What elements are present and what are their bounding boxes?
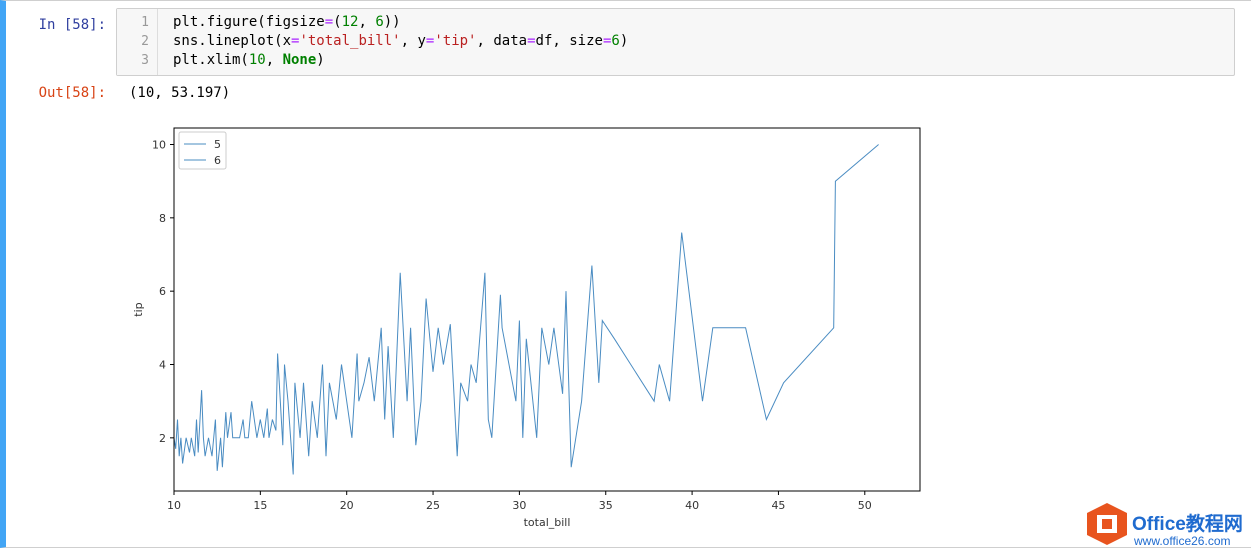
y-tick-label: 6 [159,285,166,298]
x-tick-label: 35 [599,499,613,512]
x-tick-label: 10 [167,499,181,512]
y-tick-label: 2 [159,432,166,445]
x-tick-label: 20 [340,499,354,512]
output-prompt: Out[58]: [38,85,106,101]
y-axis-label: tip [132,302,145,316]
legend-label: 5 [214,138,221,151]
x-tick-label: 25 [426,499,440,512]
office-logo-icon [1087,503,1127,545]
axes-frame [173,127,921,492]
line-chart: 10 15 20 25 30 35 40 45 50 2 4 6 8 10 total_bill tip 5 6 [132,127,921,529]
input-prompt: In [58]: [38,17,106,33]
legend-label: 6 [214,154,221,167]
code-editor[interactable]: 1 2 3 plt.figure(figsize=(12, 6)) sns.li… [116,8,1235,76]
y-tick-label: 10 [152,139,166,152]
x-tick-label: 40 [685,499,699,512]
watermark-brand: Office教程网 [1132,514,1243,535]
code-line-1: plt.figure(figsize=(12, 6)) [173,14,401,30]
line-number: 2 [141,34,149,49]
x-tick-label: 50 [858,499,872,512]
line-number-gutter: 1 2 3 [117,9,158,75]
code-line-3: plt.xlim(10, None) [173,52,325,68]
x-tick-label: 45 [771,499,785,512]
line-number: 3 [141,53,149,68]
series-line [173,144,879,475]
x-tick-label: 30 [512,499,526,512]
watermark-url: www.office26.com [1134,534,1231,548]
x-axis-label: total_bill [524,516,571,529]
code-line-2: sns.lineplot(x='total_bill', y='tip', da… [173,33,629,49]
x-tick-label: 15 [253,499,267,512]
watermark: Office教程网 www.office26.com [1084,501,1243,551]
y-tick-label: 8 [159,212,166,225]
notebook-cell[interactable]: In [58]: 1 2 3 plt.figure(figsize=(12, 6… [0,0,1251,548]
y-tick-label: 4 [159,359,166,372]
output-text: (10, 53.197) [129,85,231,101]
line-number: 1 [141,15,149,30]
